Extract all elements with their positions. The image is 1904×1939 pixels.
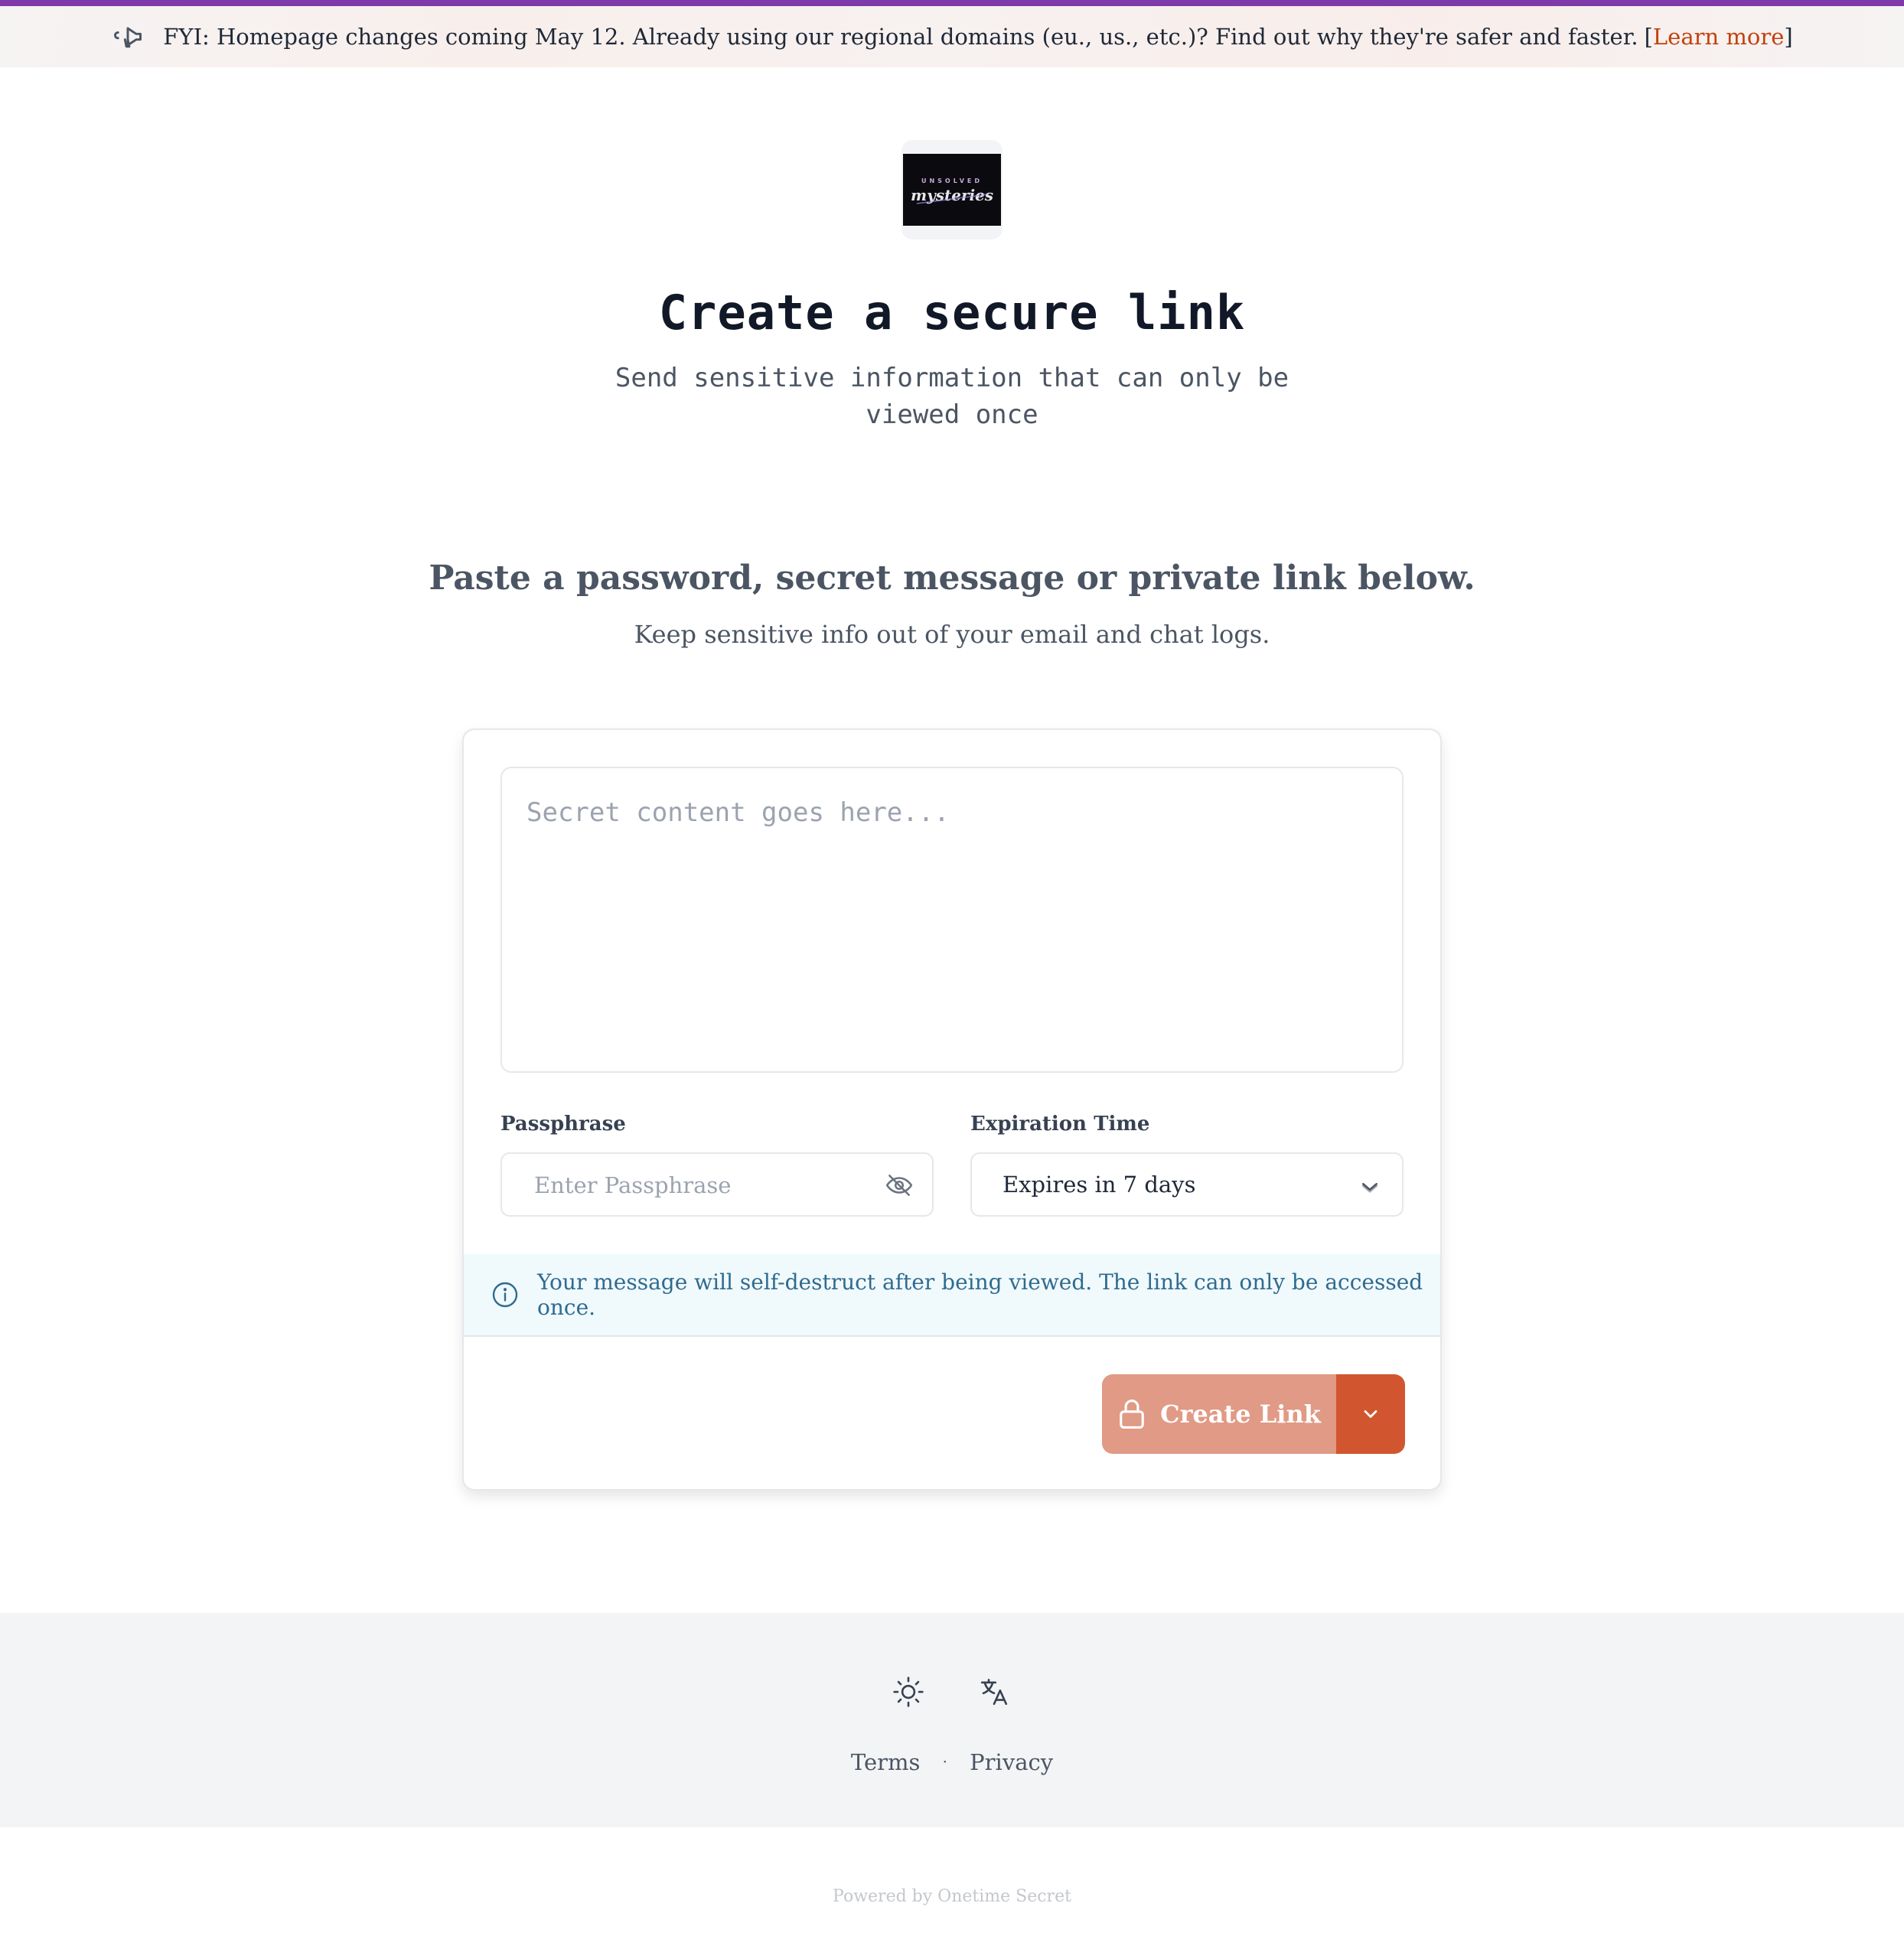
create-link-button-group: Create Link <box>1102 1374 1405 1454</box>
announcement-banner: FYI: Homepage changes coming May 12. Alr… <box>0 0 1904 67</box>
terms-link[interactable]: Terms <box>851 1749 921 1775</box>
info-icon <box>491 1281 519 1308</box>
create-link-button[interactable]: Create Link <box>1102 1374 1336 1454</box>
expiration-label: Expiration Time <box>970 1113 1150 1136</box>
intro-lead: Keep sensitive info out of your email an… <box>634 620 1270 649</box>
footer-separator: · <box>942 1752 947 1771</box>
passphrase-field <box>500 1152 934 1217</box>
logo-top-text: UNSOLVED <box>921 178 983 184</box>
banner-open-bracket: [ <box>1644 24 1653 50</box>
self-destruct-notice: Your message will self-destruct after be… <box>464 1254 1440 1337</box>
expiration-selected-value: Expires in 7 days <box>1003 1172 1196 1198</box>
sun-icon[interactable] <box>892 1676 924 1708</box>
footer-links: Terms · Privacy <box>0 1749 1904 1775</box>
powered-by: Powered by Onetime Secret <box>0 1887 1904 1906</box>
expiration-select[interactable]: Expires in 7 days <box>970 1152 1404 1217</box>
secret-form-card: Passphrase Expiration Time Expires in 7 … <box>462 728 1442 1491</box>
create-options-dropdown-button[interactable] <box>1336 1374 1405 1454</box>
powered-by-link[interactable]: Powered by Onetime Secret <box>833 1887 1071 1906</box>
passphrase-input[interactable] <box>504 1155 871 1215</box>
eye-slash-icon[interactable] <box>883 1169 915 1201</box>
chevron-down-icon <box>1358 1175 1382 1198</box>
create-link-label: Create Link <box>1160 1400 1321 1429</box>
privacy-link[interactable]: Privacy <box>970 1749 1053 1775</box>
page-title: Create a secure link <box>658 285 1246 341</box>
brand-logo[interactable]: UNSOLVED mysteries <box>901 140 1003 240</box>
chevron-down-icon <box>1364 1410 1377 1418</box>
banner-close-bracket: ] <box>1784 24 1793 50</box>
notice-text: Your message will self-destruct after be… <box>537 1269 1423 1320</box>
logo-image: UNSOLVED mysteries <box>903 154 1001 226</box>
lock-icon <box>1117 1398 1146 1430</box>
secret-content-textarea[interactable] <box>500 767 1404 1073</box>
intro-heading: Paste a password, secret message or priv… <box>429 559 1475 598</box>
learn-more-link[interactable]: Learn more <box>1653 24 1784 50</box>
banner-message: FYI: Homepage changes coming May 12. Alr… <box>163 24 1638 50</box>
footer: Terms · Privacy <box>0 1613 1904 1827</box>
translate-icon[interactable] <box>978 1676 1010 1708</box>
passphrase-label: Passphrase <box>500 1113 626 1136</box>
page-subtitle: Send sensitive information that can only… <box>615 363 1289 430</box>
megaphone-icon <box>111 20 145 54</box>
